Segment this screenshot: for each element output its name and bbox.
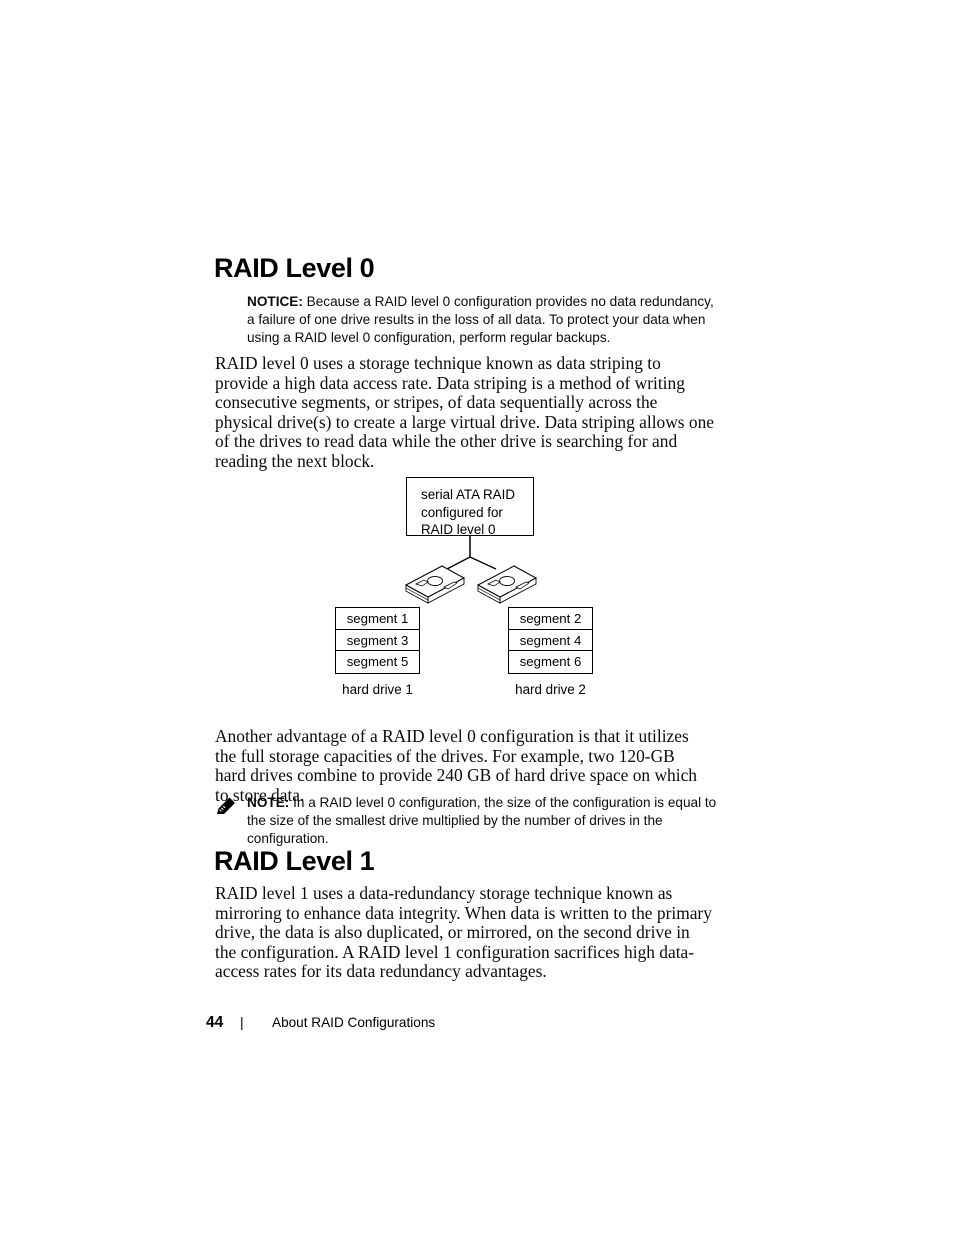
note-pencil-icon: [215, 795, 239, 819]
segment-cell: segment 4: [509, 630, 592, 651]
connector-right: [469, 556, 497, 570]
segment-table-drive-1: segment 1 segment 3 segment 5: [335, 607, 420, 674]
footer-separator: |: [240, 1014, 244, 1030]
paragraph-raid0-description: RAID level 0 uses a storage technique kn…: [215, 353, 715, 471]
notice-body: Because a RAID level 0 configuration pro…: [247, 294, 714, 345]
connector-left: [446, 556, 471, 570]
raid0-diagram: serial ATA RAID configured for RAID leve…: [320, 468, 620, 708]
section-heading-raid-level-0: RAID Level 0: [214, 253, 375, 283]
segment-cell: segment 5: [346, 654, 409, 669]
notice-text: NOTICE: Because a RAID level 0 configura…: [247, 293, 715, 346]
hard-drive-icon-1: [404, 565, 466, 604]
segment-cell: segment 3: [336, 630, 419, 651]
segment-cell: segment 2: [509, 608, 592, 630]
note-text: NOTE: In a RAID level 0 configuration, t…: [247, 794, 719, 847]
segment-table-drive-2: segment 2 segment 4 segment 6: [508, 607, 593, 674]
note-body: In a RAID level 0 configuration, the siz…: [247, 795, 717, 846]
hard-drive-2-label: hard drive 2: [515, 682, 586, 697]
page-footer: 44 | About RAID Configurations: [206, 1014, 435, 1034]
paragraph-raid1-description: RAID level 1 uses a data-redundancy stor…: [215, 883, 712, 982]
segment-cell: segment 6: [519, 654, 582, 669]
segment-cell: segment 1: [336, 608, 419, 630]
notice-arrow-icon: [215, 294, 239, 318]
footer-title: About RAID Configurations: [272, 1015, 436, 1030]
notice-label: NOTICE:: [247, 294, 303, 309]
document-page: RAID Level 0 NOTICE: Because a RAID leve…: [0, 0, 954, 1235]
page-number: 44: [206, 1014, 224, 1031]
hard-drive-icon-2: [476, 565, 538, 604]
hard-drive-1-label: hard drive 1: [342, 682, 413, 697]
section-heading-raid-level-1: RAID Level 1: [214, 846, 375, 876]
note-label: NOTE:: [247, 795, 290, 810]
